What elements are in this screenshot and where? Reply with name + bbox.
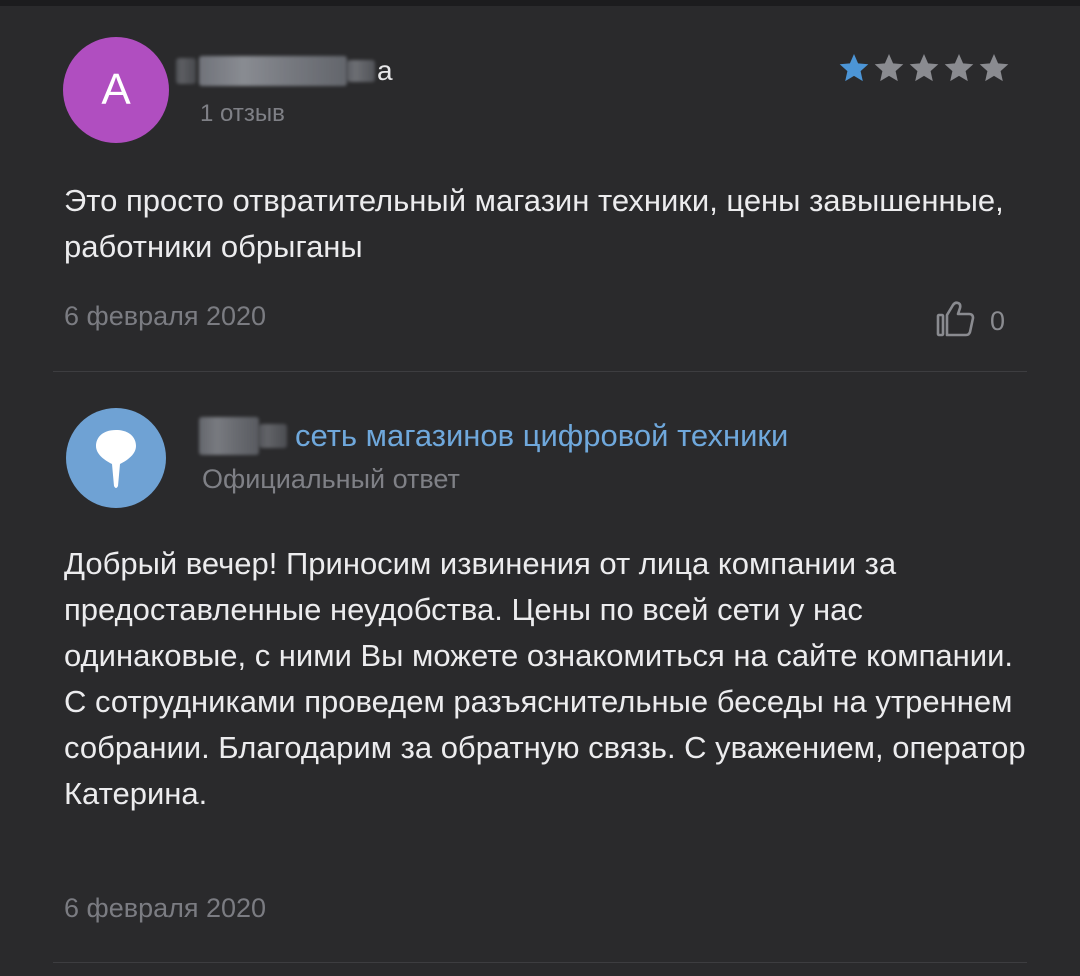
divider — [53, 962, 1027, 963]
divider — [53, 371, 1027, 372]
star-empty-icon — [944, 54, 974, 82]
like-button[interactable]: 0 — [936, 300, 1005, 342]
official-reply-badge: Официальный ответ — [202, 464, 460, 494]
review-author-avatar[interactable]: А — [63, 37, 169, 143]
redacted-name-blur — [199, 56, 347, 86]
brand-logo-icon — [66, 408, 166, 508]
author-review-count: 1 отзыв — [200, 100, 285, 127]
reply-date: 6 февраля 2020 — [64, 893, 267, 923]
review-author-name[interactable]: а — [176, 53, 393, 89]
review-text: Это просто отвратительный магазин техник… — [64, 183, 1004, 264]
review-date: 6 февраля 2020 — [64, 301, 267, 331]
redacted-name-blur — [259, 424, 287, 448]
reply-text: Добрый вечер! Приносим извинения от лица… — [64, 546, 1026, 811]
star-empty-icon — [979, 54, 1009, 82]
redacted-name-blur — [176, 58, 196, 84]
top-edge — [0, 0, 1080, 6]
like-count: 0 — [990, 305, 1006, 336]
star-empty-icon — [874, 54, 904, 82]
avatar-letter: А — [101, 65, 131, 114]
rating-stars — [838, 52, 1010, 84]
redacted-name-blur — [199, 417, 259, 455]
star-filled-icon — [839, 54, 869, 82]
redacted-name-blur — [347, 60, 375, 82]
thumbs-up-icon — [936, 300, 976, 342]
star-empty-icon — [909, 54, 939, 82]
reply-org-name[interactable]: сеть магазинов цифровой техники — [199, 414, 788, 458]
reply-org-avatar[interactable] — [66, 408, 166, 508]
org-name-text: сеть магазинов цифровой техники — [295, 418, 789, 453]
author-name-visible: а — [377, 55, 393, 86]
